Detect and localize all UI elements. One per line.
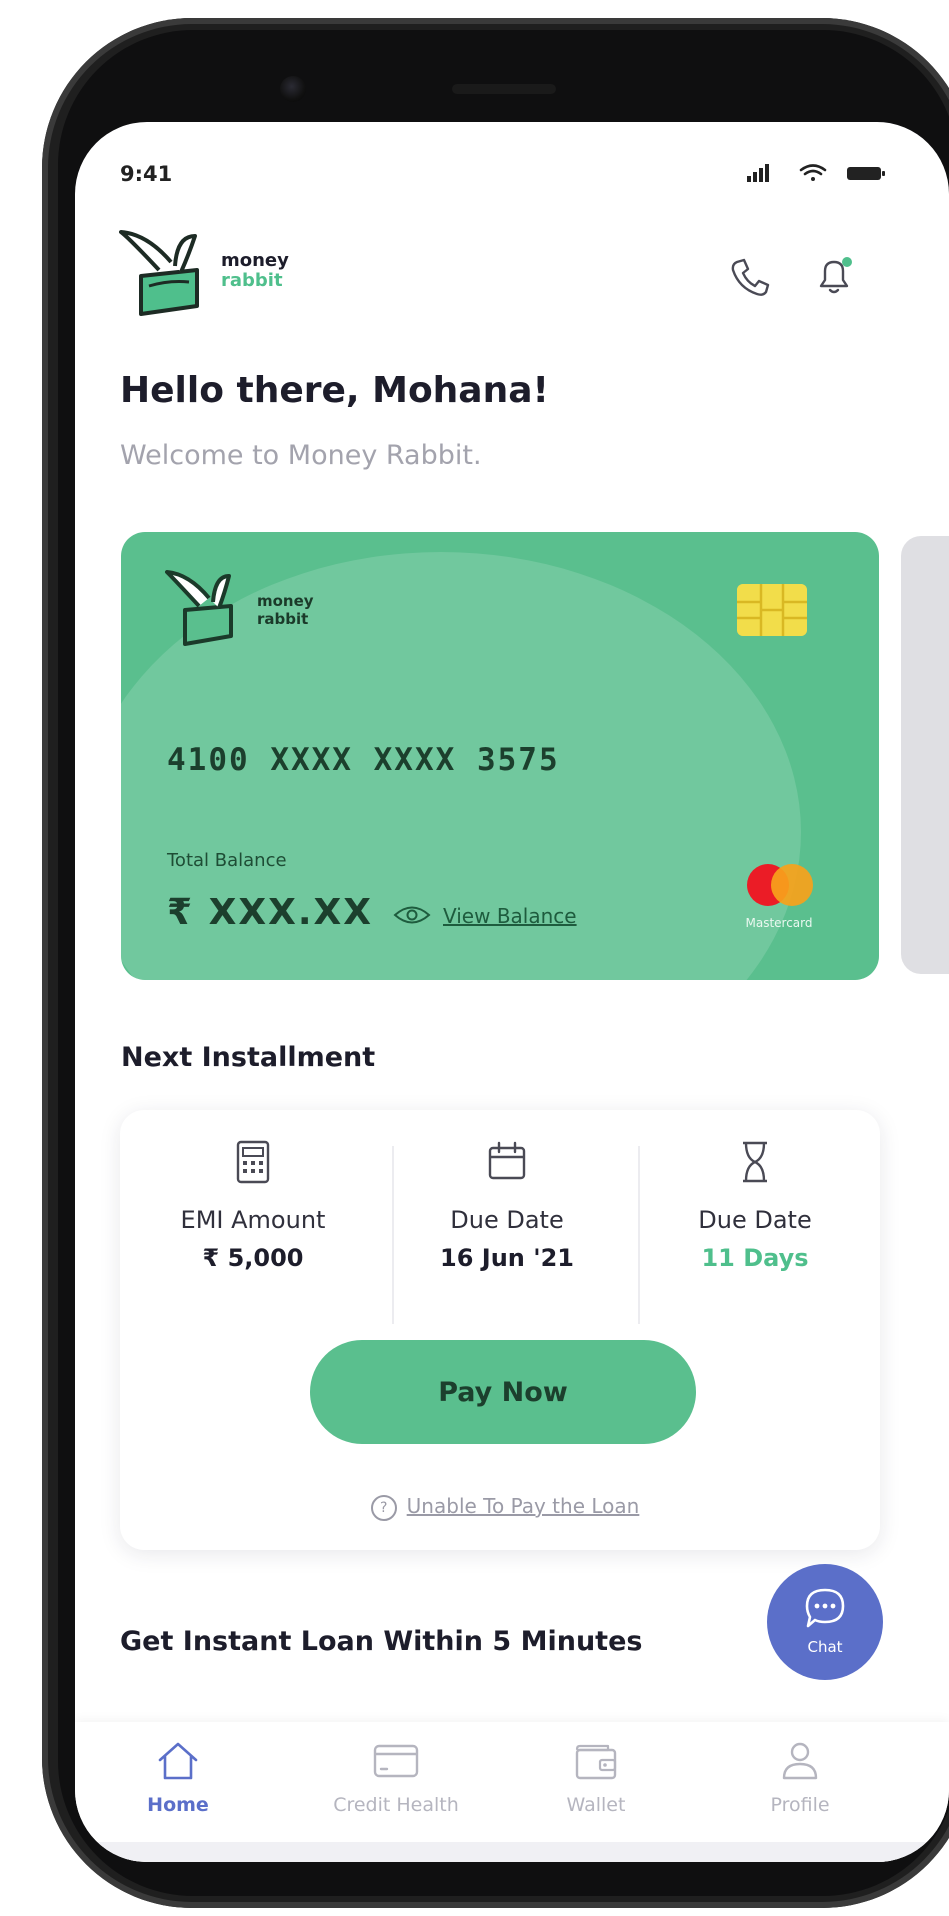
- card-chip-icon: [737, 584, 807, 636]
- notification-bell-icon[interactable]: [811, 252, 857, 298]
- next-installment-title: Next Installment: [121, 1042, 376, 1073]
- due-date-label: Due Date: [450, 1206, 564, 1234]
- chat-button[interactable]: Chat: [767, 1564, 883, 1680]
- eye-icon[interactable]: [393, 904, 431, 926]
- card-logo-text-money: money: [257, 592, 314, 610]
- battery-icon: [847, 167, 885, 180]
- logo-text-money: money: [221, 250, 289, 271]
- days-left-value: 11 Days: [701, 1244, 809, 1272]
- card-network-label: Mastercard: [745, 916, 813, 930]
- nav-wallet[interactable]: Wallet: [501, 1740, 691, 1816]
- speaker-grille: [452, 84, 556, 94]
- profile-icon: [782, 1742, 818, 1780]
- card-number: 4100 XXXX XXXX 3575: [167, 742, 560, 778]
- days-left-column: Due Date 11 Days: [630, 1140, 880, 1272]
- status-icons: [747, 164, 885, 182]
- card-logo-text-rabbit: rabbit: [257, 610, 309, 628]
- view-balance-link[interactable]: View Balance: [443, 904, 577, 928]
- money-rabbit-logo-icon: [119, 230, 199, 316]
- home-icon: [158, 1742, 198, 1780]
- nav-profile-label: Profile: [770, 1794, 830, 1816]
- due-date-value: 16 Jun '21: [440, 1244, 574, 1272]
- instant-loan-title: Get Instant Loan Within 5 Minutes: [120, 1626, 643, 1657]
- hourglass-icon: [743, 1141, 767, 1183]
- chat-label: Chat: [807, 1638, 843, 1656]
- nav-home-label: Home: [147, 1794, 209, 1816]
- nav-wallet-label: Wallet: [566, 1794, 626, 1816]
- due-date-column: Due Date 16 Jun '21: [382, 1140, 632, 1272]
- greeting-title: Hello there, Mohana!: [120, 370, 549, 411]
- chat-bubble-icon: [805, 1588, 845, 1628]
- installment-panel: EMI Amount ₹ 5,000 Due Date 16 Jun '21 D…: [120, 1110, 880, 1550]
- balance-value: ₹ XXX.XX: [167, 892, 374, 933]
- nav-profile[interactable]: Profile: [705, 1740, 895, 1816]
- home-indicator-area: [75, 1842, 949, 1862]
- next-card-peek[interactable]: [901, 536, 949, 974]
- mastercard-logo-icon: [747, 864, 813, 906]
- signal-icon: [747, 164, 769, 182]
- days-left-label: Due Date: [698, 1206, 812, 1234]
- nav-credit-health-label: Credit Health: [333, 1794, 459, 1816]
- emi-amount-value: ₹ 5,000: [202, 1244, 304, 1272]
- unable-to-pay-link[interactable]: ? Unable To Pay the Loan: [340, 1494, 670, 1521]
- nav-credit-health[interactable]: Credit Health: [301, 1740, 491, 1816]
- emi-amount-label: EMI Amount: [180, 1206, 326, 1234]
- credit-card[interactable]: money rabbit 4100 XXXX XXXX 3575 Total B…: [121, 532, 879, 980]
- help-circle-icon: ?: [370, 1494, 397, 1521]
- emi-amount-column: EMI Amount ₹ 5,000: [128, 1140, 378, 1272]
- app-screen: 9:41 money rabbit Hello there, Mohana! W…: [75, 122, 949, 1862]
- credit-card-icon: [373, 1744, 419, 1778]
- wallet-icon: [575, 1744, 617, 1780]
- total-balance-label: Total Balance: [167, 850, 287, 871]
- camera-icon: [280, 76, 306, 102]
- nav-home[interactable]: Home: [83, 1740, 273, 1816]
- unable-to-pay-text[interactable]: Unable To Pay the Loan: [407, 1494, 640, 1518]
- calendar-icon: [488, 1141, 526, 1180]
- wifi-icon: [799, 164, 827, 181]
- logo-text-rabbit: rabbit: [221, 270, 283, 291]
- status-time: 9:41: [120, 162, 173, 186]
- calculator-icon: [236, 1140, 270, 1184]
- pay-now-button[interactable]: Pay Now: [310, 1340, 696, 1444]
- phone-icon[interactable]: [727, 254, 773, 300]
- welcome-subtitle: Welcome to Money Rabbit.: [120, 440, 482, 471]
- card-logo-icon: [165, 570, 233, 646]
